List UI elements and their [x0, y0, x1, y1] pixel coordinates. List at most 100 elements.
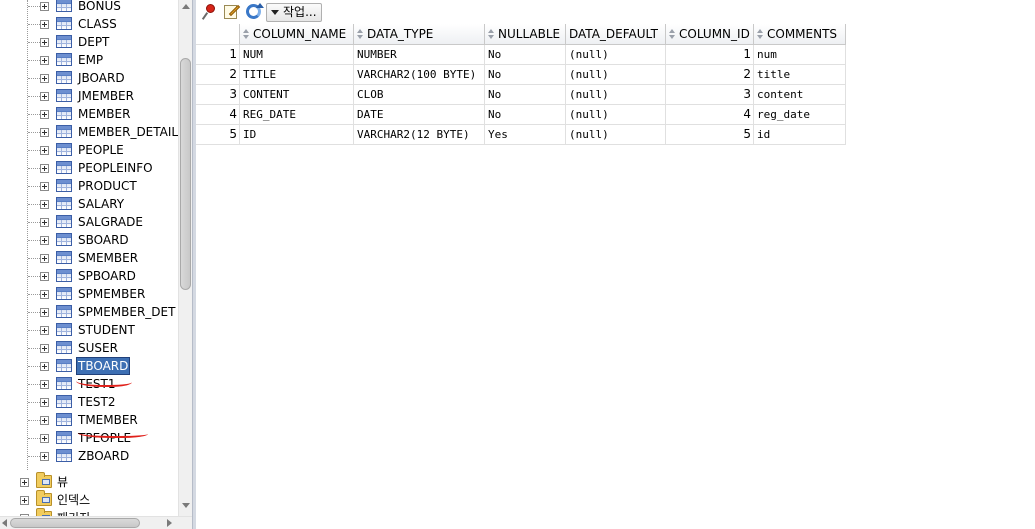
cell-data-default[interactable]: (null)	[566, 85, 666, 105]
table-node[interactable]: SALARY	[0, 195, 178, 213]
table-node[interactable]: TBOARD	[0, 357, 178, 375]
table-node[interactable]: EMP	[0, 51, 178, 69]
cell-comments[interactable]: reg_date	[754, 105, 846, 125]
cell-data-type[interactable]: DATE	[354, 105, 485, 125]
table-row[interactable]: 5 ID VARCHAR2(12 BYTE) Yes (null) 5 id	[196, 125, 848, 145]
table-node[interactable]: TEST2	[0, 393, 178, 411]
table-node[interactable]: SPMEMBER	[0, 285, 178, 303]
expand-plus-icon[interactable]	[40, 56, 49, 65]
table-node[interactable]: CLASS	[0, 15, 178, 33]
expand-plus-icon[interactable]	[40, 344, 49, 353]
expand-plus-icon[interactable]	[40, 182, 49, 191]
expand-plus-icon[interactable]	[40, 218, 49, 227]
cell-nullable[interactable]: Yes	[485, 125, 566, 145]
table-node[interactable]: ZBOARD	[0, 447, 178, 465]
cell-column-id[interactable]: 4	[666, 105, 754, 125]
table-node[interactable]: PEOPLE	[0, 141, 178, 159]
table-node-label[interactable]: SPMEMBER_DET	[77, 304, 176, 320]
table-node-label[interactable]: PEOPLEINFO	[77, 160, 154, 176]
vertical-scroll-thumb[interactable]	[180, 58, 191, 290]
table-node-label[interactable]: JBOARD	[77, 70, 126, 86]
cell-comments[interactable]: title	[754, 65, 846, 85]
cell-column-id[interactable]: 1	[666, 45, 754, 65]
table-node-label[interactable]: TEST2	[77, 394, 117, 410]
table-node-label[interactable]: MEMBER_DETAIL	[77, 124, 178, 140]
table-node[interactable]: SPBOARD	[0, 267, 178, 285]
table-node-label[interactable]: ZBOARD	[77, 448, 130, 464]
cell-column-name[interactable]: ID	[240, 125, 354, 145]
table-node-label[interactable]: SPBOARD	[77, 268, 137, 284]
cell-data-type[interactable]: NUMBER	[354, 45, 485, 65]
table-node[interactable]: SPMEMBER_DET	[0, 303, 178, 321]
table-node[interactable]: JBOARD	[0, 69, 178, 87]
expand-plus-icon[interactable]	[40, 308, 49, 317]
cell-nullable[interactable]: No	[485, 85, 566, 105]
cell-data-default[interactable]: (null)	[566, 125, 666, 145]
cell-data-type[interactable]: VARCHAR2(12 BYTE)	[354, 125, 485, 145]
scroll-right-icon[interactable]	[167, 519, 172, 527]
table-row[interactable]: 3 CONTENT CLOB No (null) 3 content	[196, 85, 848, 105]
cell-data-default[interactable]: (null)	[566, 65, 666, 85]
table-node-label[interactable]: PEOPLE	[77, 142, 125, 158]
expand-plus-icon[interactable]	[40, 110, 49, 119]
expand-plus-icon[interactable]	[40, 326, 49, 335]
table-node[interactable]: SALGRADE	[0, 213, 178, 231]
table-node-label[interactable]: SPMEMBER	[77, 286, 146, 302]
cell-comments[interactable]: num	[754, 45, 846, 65]
table-node-label[interactable]: EMP	[77, 52, 104, 68]
refresh-icon[interactable]	[244, 3, 264, 21]
expand-plus-icon[interactable]	[40, 254, 49, 263]
table-node[interactable]: STUDENT	[0, 321, 178, 339]
table-node-label[interactable]: PRODUCT	[77, 178, 138, 194]
cell-data-default[interactable]: (null)	[566, 45, 666, 65]
expand-plus-icon[interactable]	[40, 236, 49, 245]
cell-column-id[interactable]: 2	[666, 65, 754, 85]
expand-plus-icon[interactable]	[40, 2, 49, 11]
table-row[interactable]: 2 TITLE VARCHAR2(100 BYTE) No (null) 2 title	[196, 65, 848, 85]
cell-comments[interactable]: content	[754, 85, 846, 105]
table-node[interactable]: PRODUCT	[0, 177, 178, 195]
cell-nullable[interactable]: No	[485, 45, 566, 65]
table-row[interactable]: 4 REG_DATE DATE No (null) 4 reg_date	[196, 105, 848, 125]
tree-horizontal-scrollbar[interactable]	[0, 516, 192, 529]
column-header-data-type[interactable]: DATA_TYPE	[354, 24, 485, 45]
expand-plus-icon[interactable]	[40, 74, 49, 83]
column-header-comments[interactable]: COMMENTS	[754, 24, 846, 45]
scroll-down-icon[interactable]	[182, 503, 190, 508]
table-node-label[interactable]: SALARY	[77, 196, 125, 212]
table-node-label[interactable]: TBOARD	[75, 357, 131, 375]
cell-column-id[interactable]: 3	[666, 85, 754, 105]
scroll-left-icon[interactable]	[2, 519, 7, 527]
cell-column-name[interactable]: CONTENT	[240, 85, 354, 105]
table-node[interactable]: MEMBER_DETAIL	[0, 123, 178, 141]
table-node-label[interactable]: MEMBER	[77, 106, 131, 122]
table-node-label[interactable]: SMEMBER	[77, 250, 139, 266]
table-node[interactable]: PEOPLEINFO	[0, 159, 178, 177]
table-node[interactable]: SUSER	[0, 339, 178, 357]
category-label[interactable]: 뷰	[57, 474, 68, 490]
expand-plus-icon[interactable]	[40, 128, 49, 137]
horizontal-scroll-thumb[interactable]	[10, 518, 140, 528]
table-node-label[interactable]: CLASS	[77, 16, 118, 32]
table-node-label[interactable]: BONUS	[77, 0, 122, 14]
column-header-column-id[interactable]: COLUMN_ID	[666, 24, 754, 45]
expand-plus-icon[interactable]	[40, 434, 49, 443]
expand-plus-icon[interactable]	[40, 164, 49, 173]
table-node[interactable]: DEPT	[0, 33, 178, 51]
cell-column-name[interactable]: REG_DATE	[240, 105, 354, 125]
expand-plus-icon[interactable]	[40, 146, 49, 155]
actions-dropdown-button[interactable]: 작업...	[266, 3, 322, 22]
category-node[interactable]: 인덱스	[0, 490, 178, 509]
expand-plus-icon[interactable]	[40, 290, 49, 299]
expand-plus-icon[interactable]	[40, 92, 49, 101]
category-node[interactable]: 패키지	[0, 508, 178, 516]
cell-data-default[interactable]: (null)	[566, 105, 666, 125]
table-node-label[interactable]: STUDENT	[77, 322, 136, 338]
expand-plus-icon[interactable]	[40, 398, 49, 407]
cell-comments[interactable]: id	[754, 125, 846, 145]
table-node[interactable]: SBOARD	[0, 231, 178, 249]
table-node[interactable]: MEMBER	[0, 105, 178, 123]
cell-nullable[interactable]: No	[485, 105, 566, 125]
cell-nullable[interactable]: No	[485, 65, 566, 85]
expand-plus-icon[interactable]	[40, 416, 49, 425]
